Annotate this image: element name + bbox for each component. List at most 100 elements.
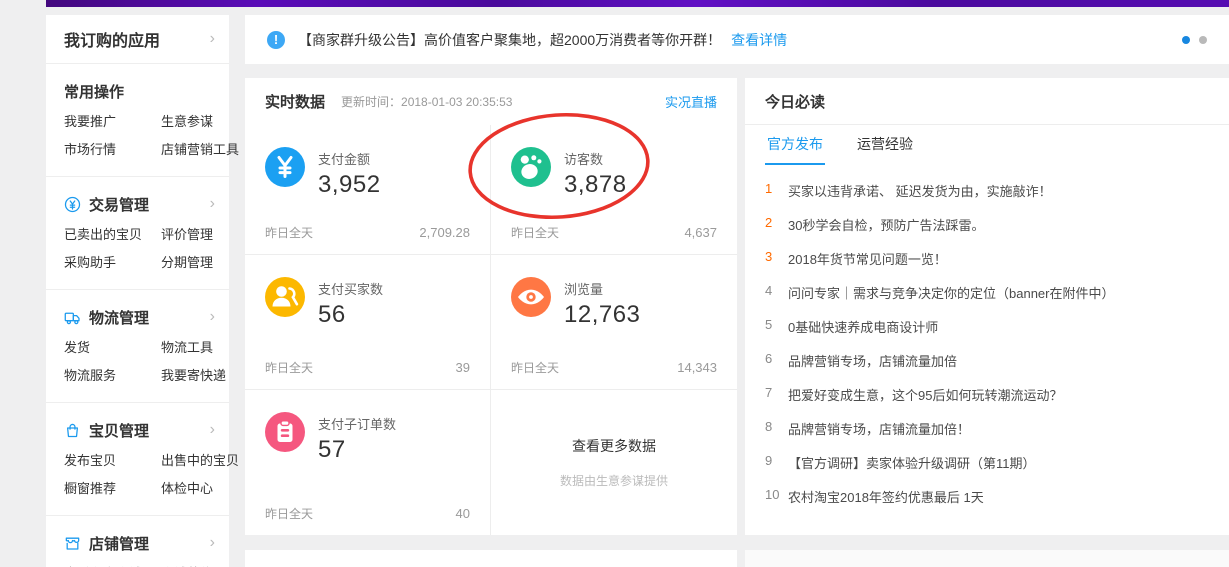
news-title: 0基础快速养成电商设计师 (788, 317, 938, 336)
news-title: 【官方调研】卖家体验升级调研（第11期） (788, 453, 1036, 472)
sidebar-link[interactable]: 发货 (64, 334, 161, 362)
sidebar-link[interactable]: 出售中的宝贝 (161, 447, 239, 475)
news-item[interactable]: 6 品牌营销专场，店铺流量加倍 (765, 351, 1209, 370)
news-rank: 8 (765, 419, 788, 438)
tab-official-release[interactable]: 官方发布 (765, 125, 825, 165)
sidebar-link[interactable]: 已卖出的宝贝 (64, 221, 161, 249)
yesterday-value: 4,637 (684, 225, 717, 240)
sidebar-link[interactable]: 体检中心 (161, 475, 239, 503)
yesterday-value: 40 (456, 506, 470, 521)
sidebar-link[interactable]: 物流工具 (161, 334, 226, 362)
carousel-dots (1182, 36, 1207, 44)
announcement-details-link[interactable]: 查看详情 (731, 30, 787, 50)
sidebar-link[interactable]: 物流服务 (64, 362, 161, 390)
sidebar-link[interactable]: 发布宝贝 (64, 447, 161, 475)
sidebar-link[interactable]: 查看淘宝店铺 (64, 560, 161, 567)
sidebar-link[interactable]: 店铺营销工具 (161, 136, 239, 164)
sidebar-link[interactable]: 橱窗推荐 (64, 475, 161, 503)
metric-visitors[interactable]: 访客数 3,878 昨日全天 4,637 (491, 125, 737, 255)
section-title: 交易管理 (89, 194, 149, 215)
sidebar-link[interactable]: 市场行情 (64, 136, 161, 164)
news-item[interactable]: 5 0基础快速养成电商设计师 (765, 317, 1209, 336)
metric-paying-buyers[interactable]: 支付买家数 56 昨日全天 39 (245, 255, 491, 390)
news-rank: 6 (765, 351, 788, 370)
info-exclaim-icon: ! (267, 31, 285, 49)
sidebar-link[interactable]: 我要推广 (64, 108, 161, 136)
section-header[interactable]: 物流管理 › (64, 304, 215, 330)
yuan-icon (265, 147, 305, 187)
news-item[interactable]: 8 品牌营销专场，店铺流量加倍！ (765, 419, 1209, 438)
metric-pageviews[interactable]: 浏览量 12,763 昨日全天 14,343 (491, 255, 737, 390)
metric-value: 57 (318, 436, 396, 464)
sidebar-section-items: 宝贝管理 › 发布宝贝 出售中的宝贝 橱窗推荐 体检中心 (46, 403, 229, 516)
news-rank: 1 (765, 181, 788, 200)
metric-label: 访客数 (564, 149, 627, 168)
yesterday-value: 2,709.28 (419, 225, 470, 240)
my-apps-label: 我订购的应用 (64, 27, 160, 51)
updated-time-value: 2018-01-03 20:35:53 (401, 95, 512, 109)
view-more-data-link[interactable]: 查看更多数据 (572, 436, 656, 456)
news-item[interactable]: 9 【官方调研】卖家体验升级调研（第11期） (765, 453, 1209, 472)
metric-pay-amount[interactable]: 支付金额 3,952 昨日全天 2,709.28 (245, 125, 491, 255)
metric-value: 3,952 (318, 171, 381, 199)
section-header[interactable]: 宝贝管理 › (64, 417, 215, 443)
metric-value: 12,763 (564, 301, 640, 329)
footprint-icon (511, 147, 551, 187)
sidebar-link[interactable]: 我要寄快递 (161, 362, 226, 390)
news-title: 问问专家｜需求与竞争决定你的定位（banner在附件中） (788, 283, 1114, 302)
news-rank: 7 (765, 385, 788, 404)
sidebar-link[interactable]: 店铺装修 (161, 560, 239, 567)
updated-time: 更新时间：2018-01-03 20:35:53 (341, 93, 512, 110)
chevron-right-icon: › (210, 309, 215, 325)
sidebar: 我订购的应用 › 常用操作 我要推广 生意参谋 市场行情 店铺营销工具 (46, 15, 229, 567)
news-rank: 9 (765, 453, 788, 472)
panel-title: 实时数据 (265, 91, 325, 112)
section-header: 常用操作 (64, 78, 215, 104)
news-rank: 10 (765, 487, 788, 506)
news-title: 农村淘宝2018年签约优惠最后 1天 (788, 487, 984, 506)
news-title: 买家以违背承诺、 延迟发货为由，实施敲诈！ (788, 181, 1052, 200)
news-rank: 4 (765, 283, 788, 302)
section-title: 常用操作 (64, 81, 124, 102)
realtime-data-panel: 实时数据 更新时间：2018-01-03 20:35:53 实况直播 支付金额 … (245, 78, 737, 535)
tab-operation-experience[interactable]: 运营经验 (855, 125, 915, 165)
realtime-panel-header: 实时数据 更新时间：2018-01-03 20:35:53 实况直播 (245, 78, 737, 125)
section-title: 物流管理 (89, 307, 149, 328)
yuan-circle-icon (64, 196, 81, 213)
news-item[interactable]: 7 把爱好变成生意，这个95后如何玩转潮流运动？ (765, 385, 1209, 404)
truck-icon (64, 309, 81, 326)
announcement-bar: ! 【商家群升级公告】高价值客户聚集地，超2000万消费者等你开群！ 查看详情 (245, 15, 1229, 64)
sidebar-link[interactable]: 生意参谋 (161, 108, 239, 136)
metric-label: 支付金额 (318, 149, 381, 168)
panel-title: 今日必读 (765, 91, 825, 112)
metrics-grid: 支付金额 3,952 昨日全天 2,709.28 (245, 125, 737, 535)
section-header[interactable]: 交易管理 › (64, 191, 215, 217)
live-broadcast-link[interactable]: 实况直播 (665, 92, 717, 111)
metric-value: 56 (318, 301, 383, 329)
bottom-left-panel (245, 550, 737, 567)
carousel-dot-active[interactable] (1182, 36, 1190, 44)
updated-time-label: 更新时间： (341, 95, 401, 109)
top-banner-strip (46, 0, 1229, 7)
carousel-dot[interactable] (1199, 36, 1207, 44)
news-item[interactable]: 4 问问专家｜需求与竞争决定你的定位（banner在附件中） (765, 283, 1209, 302)
section-header[interactable]: 店铺管理 › (64, 530, 215, 556)
yesterday-label: 昨日全天 (265, 359, 313, 376)
buyer-icon (265, 277, 305, 317)
news-item[interactable]: 2 30秒学会自检，预防广告法踩雷。 (765, 215, 1209, 234)
bottom-right-panel (745, 550, 1229, 567)
sidebar-link[interactable]: 采购助手 (64, 249, 161, 277)
news-item[interactable]: 3 2018年货节常见问题一览！ (765, 249, 1209, 268)
news-item[interactable]: 1 买家以违背承诺、 延迟发货为由，实施敲诈！ (765, 181, 1209, 200)
sidebar-link[interactable]: 分期管理 (161, 249, 215, 277)
metric-sub-orders[interactable]: 支付子订单数 57 昨日全天 40 (245, 390, 491, 535)
sidebar-link[interactable]: 评价管理 (161, 221, 215, 249)
seller-dashboard: 我订购的应用 › 常用操作 我要推广 生意参谋 市场行情 店铺营销工具 (0, 0, 1229, 567)
sidebar-item-my-apps[interactable]: 我订购的应用 › (46, 15, 229, 64)
metric-label: 支付子订单数 (318, 414, 396, 433)
bag-icon (64, 422, 81, 439)
mustread-panel: 今日必读 官方发布 运营经验 1 买家以违背承诺、 延迟发货为由，实施敲诈！ 2… (745, 78, 1229, 535)
news-item[interactable]: 10 农村淘宝2018年签约优惠最后 1天 (765, 487, 1209, 506)
metric-label: 浏览量 (564, 279, 640, 298)
chevron-right-icon: › (210, 196, 215, 212)
